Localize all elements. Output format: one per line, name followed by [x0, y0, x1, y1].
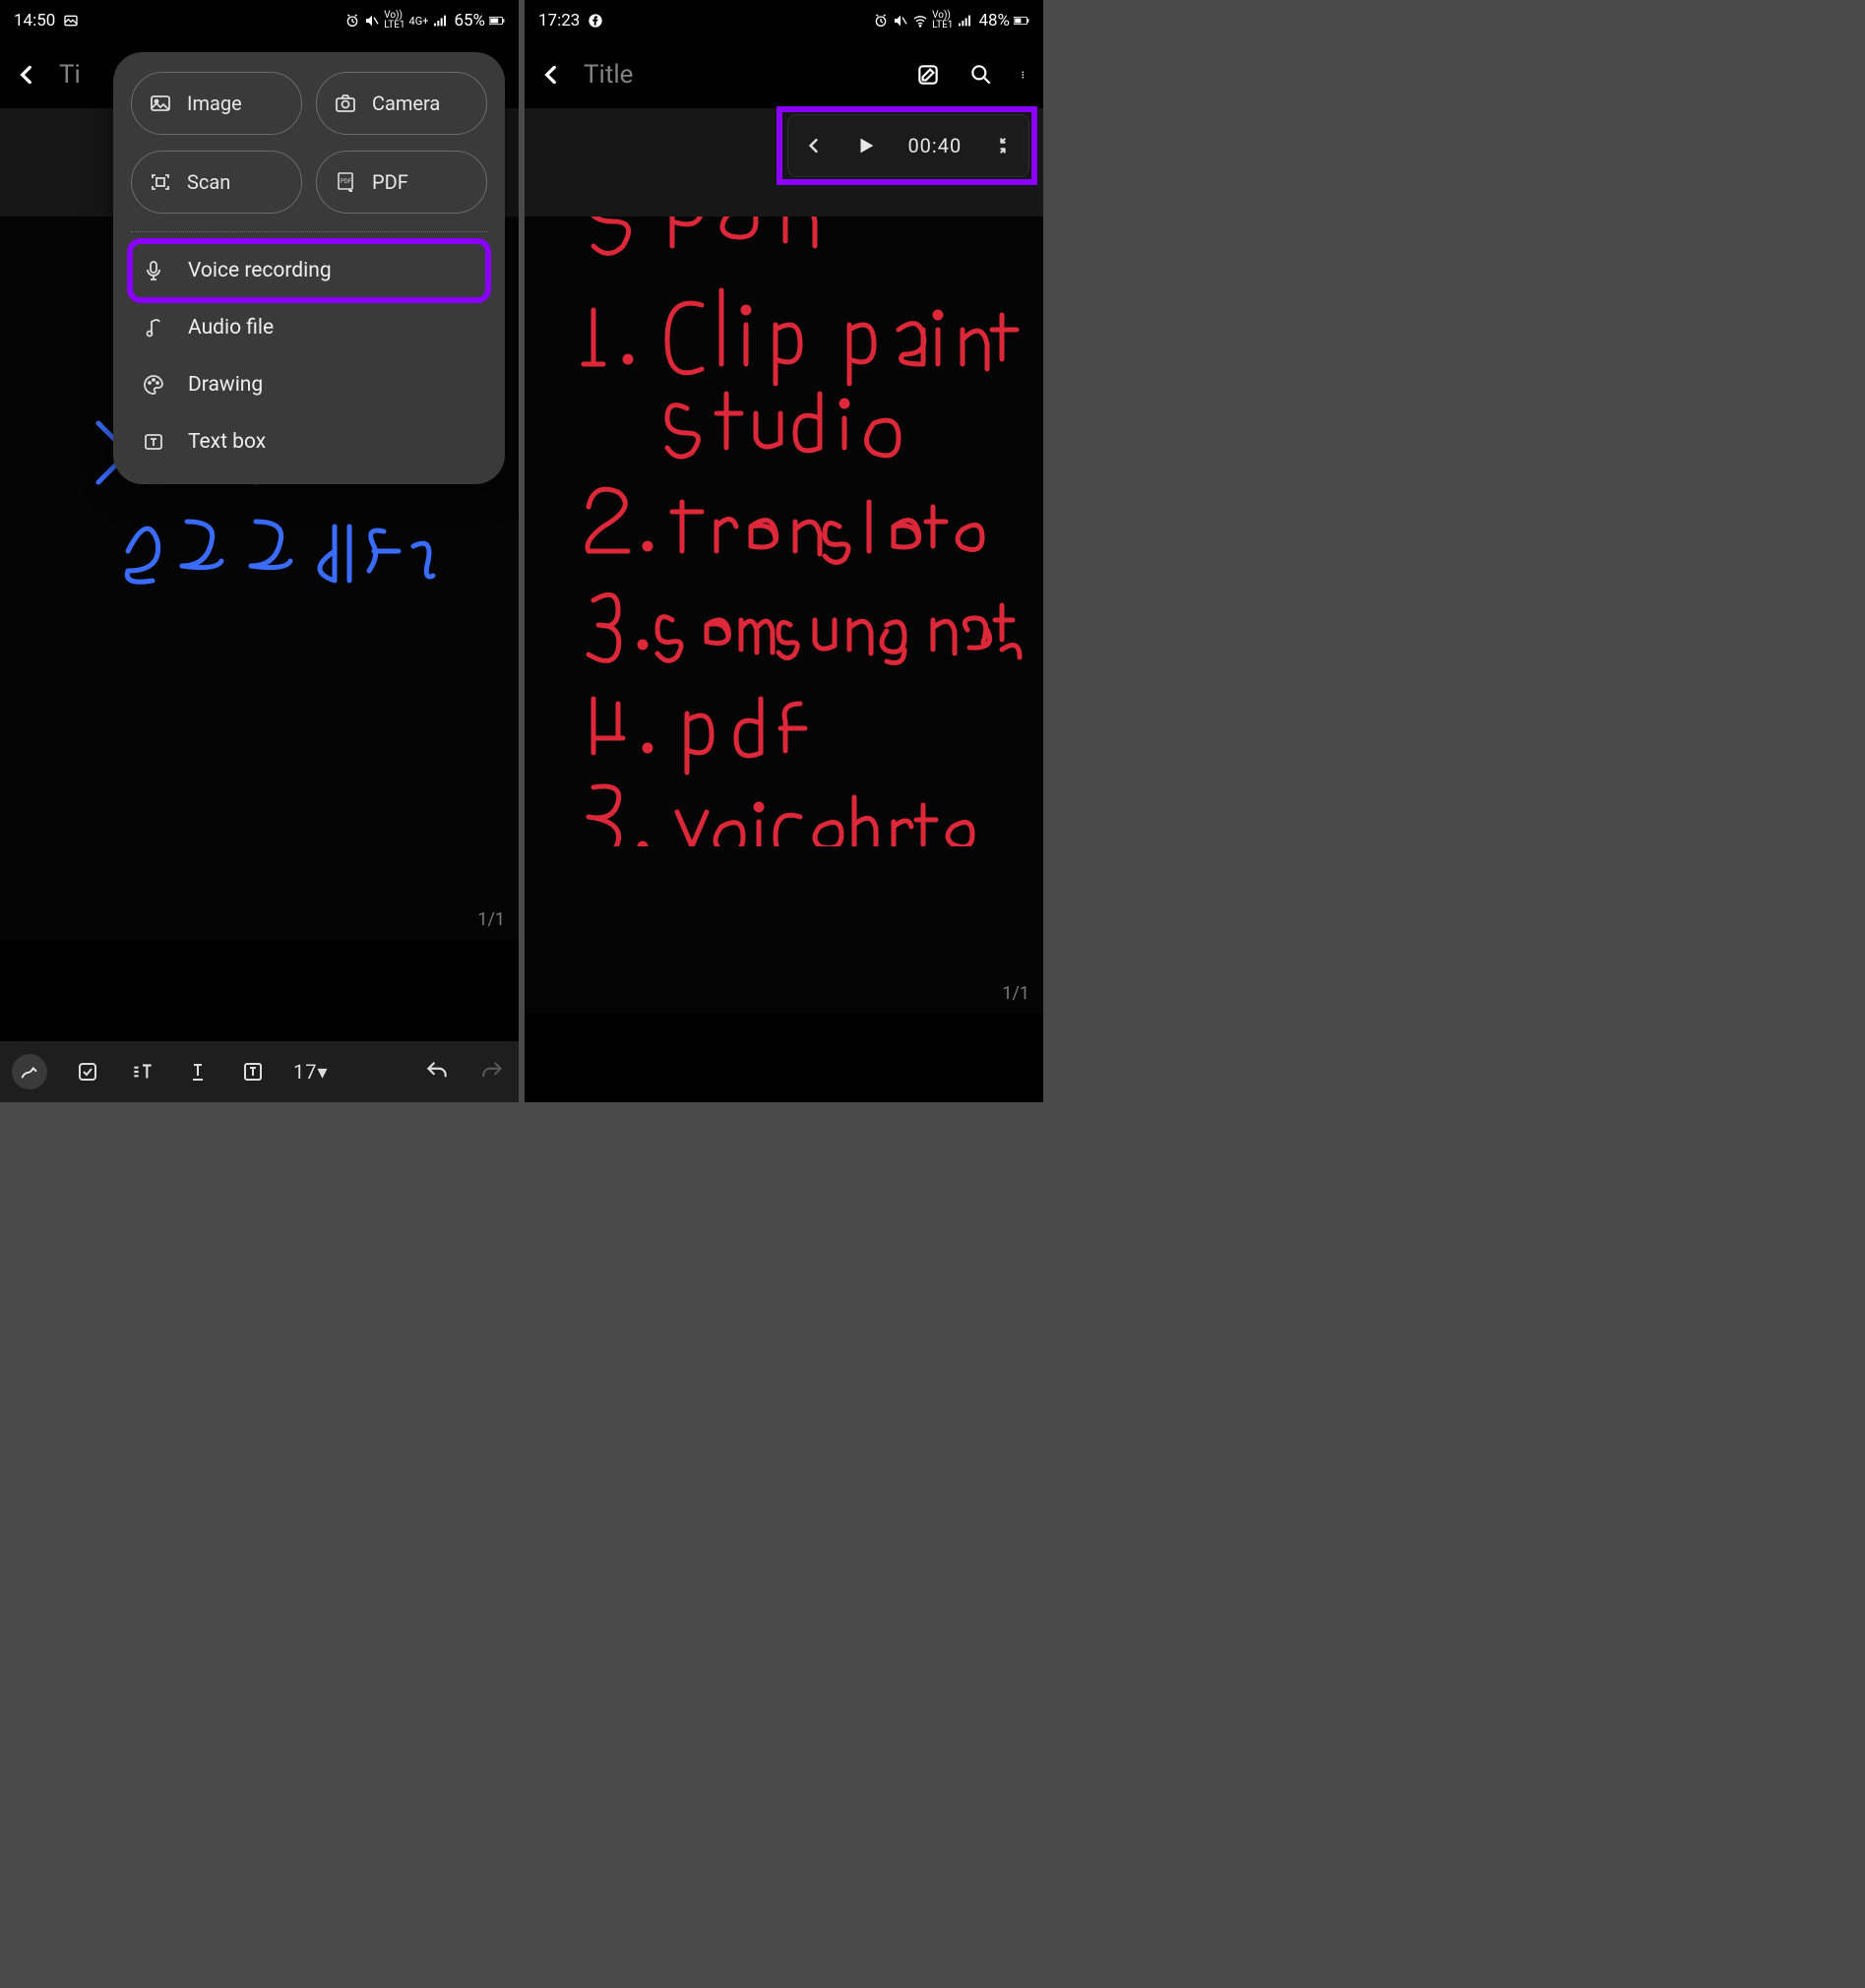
microphone-icon — [141, 258, 166, 283]
edit-button[interactable] — [915, 62, 941, 88]
back-button[interactable] — [538, 62, 564, 88]
attach-pdf-label: PDF — [372, 170, 408, 194]
attach-menu: Image Camera Scan PDF PDF — [113, 52, 505, 484]
attach-scan-label: Scan — [187, 170, 230, 194]
time-label: 17:23 — [538, 11, 580, 31]
status-bar: 17:23 Vo))LTE1 48% — [525, 0, 1043, 41]
alarm-icon — [344, 13, 360, 29]
pdf-icon: PDF — [333, 169, 358, 195]
title-bar: Title — [525, 41, 1043, 108]
audio-play-button[interactable] — [855, 135, 877, 156]
audio-collapse-button[interactable] — [993, 136, 1013, 155]
image-icon — [148, 91, 173, 116]
image-indicator-icon — [63, 13, 79, 29]
attach-voice-recording[interactable]: Voice recording — [131, 242, 487, 299]
camera-icon — [333, 91, 358, 116]
time-label: 14:50 — [14, 11, 55, 31]
scan-icon — [148, 169, 173, 195]
attach-scan[interactable]: Scan — [131, 151, 302, 214]
undo-button[interactable] — [422, 1057, 452, 1087]
page-indicator: 1/1 — [477, 909, 505, 930]
redo-button[interactable] — [477, 1057, 507, 1087]
back-button[interactable] — [14, 62, 39, 88]
note-title[interactable]: Title — [584, 60, 633, 90]
note-canvas[interactable]: 1/1 — [525, 128, 1043, 1014]
font-size-selector[interactable]: 17▾ — [293, 1060, 329, 1084]
mute-icon — [364, 13, 380, 29]
textbox-icon — [141, 429, 166, 455]
attach-text-box[interactable]: Text box — [131, 413, 487, 470]
volte-icon: Vo))LTE1 — [932, 11, 953, 31]
status-left: 17:23 — [538, 11, 603, 31]
attach-audio-file[interactable]: Audio file — [131, 299, 487, 356]
attach-pdf[interactable]: PDF PDF — [316, 151, 487, 214]
phone-right: 17:23 Vo))LTE1 48% — [525, 0, 1043, 1102]
attach-voice-label: Voice recording — [188, 259, 332, 282]
text-style-tool[interactable] — [128, 1057, 157, 1087]
music-note-icon — [141, 315, 166, 341]
checkbox-tool[interactable] — [73, 1057, 102, 1087]
audio-prev-button[interactable] — [804, 136, 824, 155]
page-indicator: 1/1 — [1002, 983, 1029, 1004]
palette-icon — [141, 372, 166, 398]
svg-text:PDF: PDF — [341, 178, 352, 185]
wifi-icon — [912, 13, 928, 29]
battery-label: 65% — [454, 11, 485, 31]
attach-drawing[interactable]: Drawing — [131, 356, 487, 413]
signal-icon — [957, 13, 972, 29]
status-right: Vo))LTE1 48% — [873, 11, 1029, 31]
status-left: 14:50 — [14, 11, 79, 31]
battery-label: 48% — [978, 11, 1010, 31]
bottom-toolbar: 17▾ — [0, 1041, 519, 1102]
attach-textbox-label: Text box — [188, 430, 266, 454]
mute-icon — [893, 13, 908, 29]
pen-tool[interactable] — [12, 1054, 47, 1089]
more-button[interactable] — [1022, 62, 1029, 88]
attach-image[interactable]: Image — [131, 72, 302, 135]
menu-divider — [131, 231, 487, 232]
red-handwriting — [544, 157, 1026, 846]
battery-icon — [1014, 13, 1029, 29]
phone-left: 14:50 Vo))LTE1 4G+ 65% — [0, 0, 519, 1102]
attach-camera[interactable]: Camera — [316, 72, 487, 135]
note-title[interactable]: Ti — [59, 60, 81, 90]
audio-time: 00:40 — [907, 134, 962, 157]
audio-player: 00:40 — [787, 114, 1029, 177]
volte-icon: Vo))LTE1 — [384, 11, 404, 31]
alarm-icon — [873, 13, 889, 29]
attach-audio-label: Audio file — [188, 316, 274, 340]
facebook-icon — [588, 13, 603, 29]
network-label: 4G+ — [409, 15, 429, 28]
search-button[interactable] — [968, 62, 994, 88]
text-underline-tool[interactable] — [183, 1057, 213, 1087]
attach-drawing-label: Drawing — [188, 373, 263, 397]
battery-icon — [489, 13, 505, 29]
text-box-tool[interactable] — [238, 1057, 268, 1087]
attach-image-label: Image — [187, 92, 242, 115]
status-right: Vo))LTE1 4G+ 65% — [344, 11, 505, 31]
attach-camera-label: Camera — [372, 92, 440, 115]
signal-icon — [432, 13, 448, 29]
status-bar: 14:50 Vo))LTE1 4G+ 65% — [0, 0, 519, 41]
